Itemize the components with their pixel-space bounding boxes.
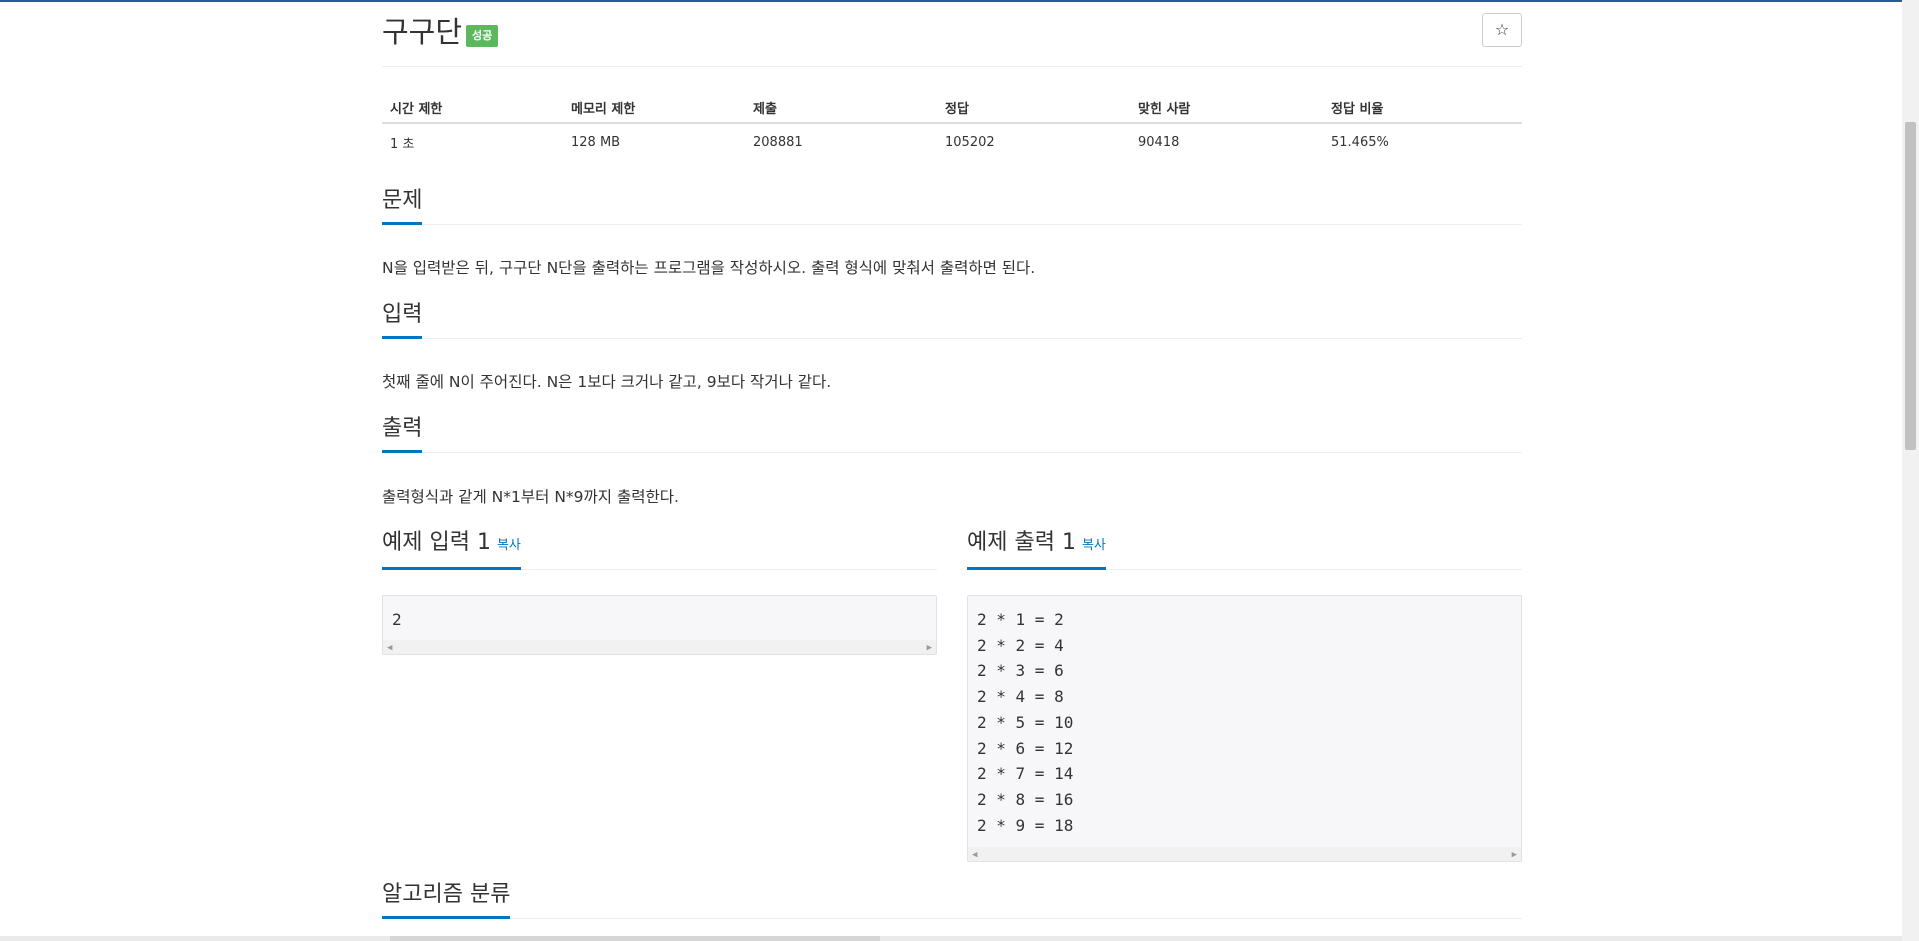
value-accepted[interactable]: 105202 [937, 123, 1130, 160]
header-submissions: 제출 [745, 92, 937, 124]
sample-output-box[interactable]: 2 * 1 = 2 2 * 2 = 4 2 * 3 = 6 2 * 4 = 8 … [967, 595, 1522, 862]
top-accent-line [0, 0, 1919, 2]
sample-output-scrollbar[interactable]: ◀ ▶ [968, 847, 1521, 861]
scroll-right-icon[interactable]: ▶ [927, 643, 932, 653]
description-title: 문제 [382, 186, 423, 225]
sample-output-content: 2 * 1 = 2 2 * 2 = 4 2 * 3 = 6 2 * 4 = 8 … [977, 610, 1074, 835]
sample-output-header: 예제 출력 1 복사 [967, 528, 1522, 570]
output-title: 출력 [382, 414, 423, 453]
problem-title: 구구단 [382, 15, 463, 49]
problem-info-table: 시간 제한 메모리 제한 제출 정답 맞힌 사람 정답 비율 1 초 128 M… [382, 92, 1522, 160]
status-badge: 성공 [466, 25, 499, 47]
input-title: 입력 [382, 300, 423, 339]
sample-input-content: 2 [392, 610, 402, 629]
description-header: 문제 [382, 186, 1522, 225]
header-accept-ratio: 정답 비율 [1323, 92, 1522, 124]
header-memory-limit: 메모리 제한 [563, 92, 745, 124]
favorite-button[interactable]: ☆ [1482, 13, 1522, 47]
info-header-row: 시간 제한 메모리 제한 제출 정답 맞힌 사람 정답 비율 [382, 92, 1522, 124]
scroll-thumb[interactable] [1905, 122, 1916, 450]
star-icon: ☆ [1494, 20, 1510, 39]
copy-sample-output-button[interactable]: 복사 [1082, 538, 1106, 553]
value-time-limit: 1 초 [390, 136, 415, 152]
sample-input-scrollbar[interactable]: ◀ ▶ [383, 640, 936, 654]
sample-input-box[interactable]: 2 ◀ ▶ [382, 595, 937, 655]
output-header: 출력 [382, 414, 1522, 453]
scroll-right-icon[interactable]: ▶ [1512, 850, 1517, 860]
sample-input-heading: 예제 입력 1 복사 [382, 528, 521, 570]
problem-header: 구구단 성공 ☆ [382, 12, 1522, 67]
value-solved-users[interactable]: 90418 [1130, 123, 1323, 160]
sample-input-header: 예제 입력 1 복사 [382, 528, 937, 570]
scroll-left-icon[interactable]: ◀ [387, 643, 392, 653]
input-text: 첫째 줄에 N이 주어진다. N은 1보다 크거나 같고, 9보다 작거나 같다… [382, 373, 832, 391]
header-time-limit: 시간 제한 [382, 92, 563, 124]
page-scrollbar[interactable] [1902, 0, 1919, 941]
scroll-left-icon[interactable]: ◀ [972, 850, 977, 860]
algorithm-title: 알고리즘 분류 [382, 880, 511, 919]
input-header: 입력 [382, 300, 1522, 339]
horizontal-page-scrollbar[interactable] [0, 936, 1902, 941]
horizontal-scroll-thumb[interactable] [390, 936, 880, 941]
output-text: 출력형식과 같게 N*1부터 N*9까지 출력한다. [382, 488, 679, 506]
description-text: N을 입력받은 뒤, 구구단 N단을 출력하는 프로그램을 작성하시오. 출력 … [382, 259, 1036, 277]
value-submissions[interactable]: 208881 [745, 123, 937, 160]
info-value-row: 1 초 128 MB 208881 105202 90418 51.465% [382, 123, 1522, 160]
header-solved-users: 맞힌 사람 [1130, 92, 1323, 124]
sample-output-title: 예제 출력 1 [967, 530, 1076, 555]
copy-sample-input-button[interactable]: 복사 [497, 538, 521, 553]
sample-output-heading: 예제 출력 1 복사 [967, 528, 1106, 570]
header-accepted: 정답 [937, 92, 1130, 124]
sample-input-title: 예제 입력 1 [382, 530, 491, 555]
value-memory-limit: 128 MB [571, 134, 621, 150]
value-accept-ratio: 51.465% [1331, 134, 1389, 150]
algorithm-header: 알고리즘 분류 [382, 880, 1522, 919]
